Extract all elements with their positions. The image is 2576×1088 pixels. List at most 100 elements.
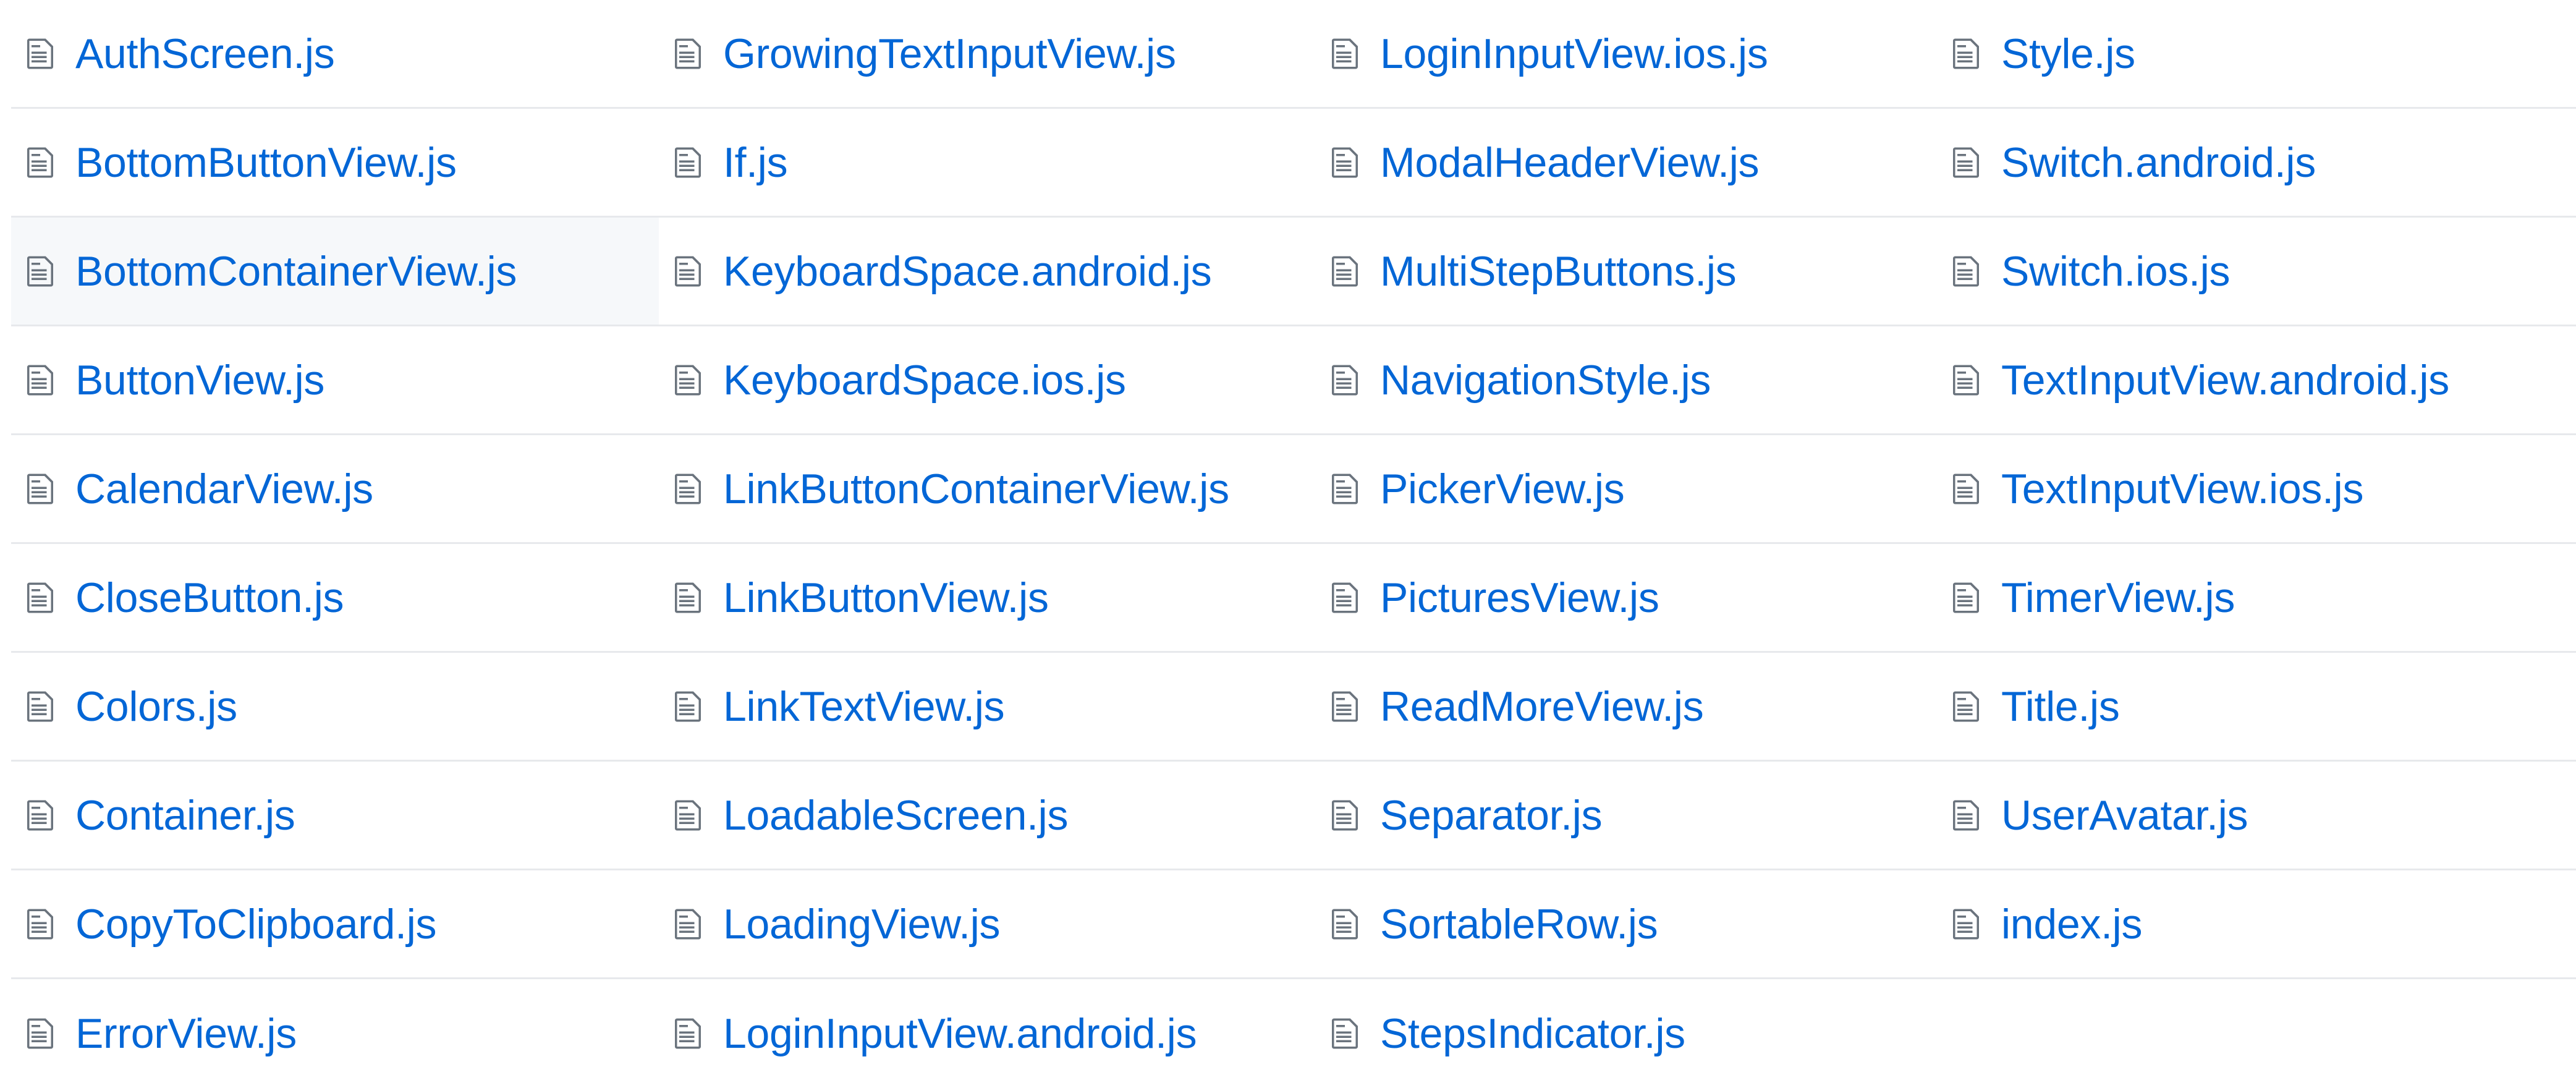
file-text-icon [1332,38,1358,69]
file-link[interactable]: Separator.js [1380,794,1603,836]
file-link[interactable]: LinkTextView.js [723,686,1005,728]
file-item-sortablerow-js[interactable]: SortableRow.js [1316,870,1937,979]
file-link[interactable]: BottomButtonView.js [75,142,457,184]
file-item-index-js[interactable]: index.js [1937,870,2576,979]
file-link[interactable]: CloseButton.js [75,577,344,619]
file-item-colors-js[interactable]: Colors.js [11,653,659,762]
file-text-icon [27,147,53,177]
file-item-pickerview-js[interactable]: PickerView.js [1316,435,1937,544]
file-link[interactable]: BottomContainerView.js [75,250,517,292]
file-link[interactable]: Switch.ios.js [2001,250,2231,292]
file-list: AuthScreen.js BottomButtonView.js BottomCo… [0,0,2576,1055]
file-text-icon [675,582,701,613]
file-link[interactable]: LinkButtonContainerView.js [723,468,1229,510]
file-link[interactable]: CopyToClipboard.js [75,903,437,945]
file-text-icon [1953,582,1979,613]
file-text-icon [1953,256,1979,286]
file-link[interactable]: LinkButtonView.js [723,577,1049,619]
file-item-authscreen-js[interactable]: AuthScreen.js [11,0,659,109]
file-link[interactable]: MultiStepButtons.js [1380,250,1737,292]
file-item-logininputview-android-js[interactable]: LoginInputView.android.js [659,979,1316,1088]
file-link[interactable]: If.js [723,142,788,184]
file-link[interactable]: Container.js [75,794,295,836]
file-item-keyboardspace-android-js[interactable]: KeyboardSpace.android.js [659,218,1316,326]
file-link[interactable]: LoginInputView.android.js [723,1013,1197,1055]
file-text-icon [1953,365,1979,395]
file-item-copytoclipboard-js[interactable]: CopyToClipboard.js [11,870,659,979]
file-item-timerview-js[interactable]: TimerView.js [1937,544,2576,653]
file-item-readmoreview-js[interactable]: ReadMoreView.js [1316,653,1937,762]
file-item-container-js[interactable]: Container.js [11,762,659,870]
file-item-picturesview-js[interactable]: PicturesView.js [1316,544,1937,653]
file-text-icon [675,365,701,395]
file-text-icon [1332,691,1358,721]
file-link[interactable]: LoadingView.js [723,903,1001,945]
file-text-icon [27,365,53,395]
file-link[interactable]: GrowingTextInputView.js [723,33,1176,75]
file-link[interactable]: LoadableScreen.js [723,794,1069,836]
file-link[interactable]: AuthScreen.js [75,33,335,75]
file-link[interactable]: UserAvatar.js [2001,794,2248,836]
file-link[interactable]: Switch.android.js [2001,142,2316,184]
file-item-multistepbuttons-js[interactable]: MultiStepButtons.js [1316,218,1937,326]
file-link[interactable]: index.js [2001,903,2142,945]
file-link[interactable]: TimerView.js [2001,577,2235,619]
file-item-textinputview-android-js[interactable]: TextInputView.android.js [1937,326,2576,435]
file-item-growingtextinputview-js[interactable]: GrowingTextInputView.js [659,0,1316,109]
file-text-icon [27,691,53,721]
file-text-icon [27,474,53,504]
file-link[interactable]: Style.js [2001,33,2135,75]
file-item-bottombuttonview-js[interactable]: BottomButtonView.js [11,109,659,218]
file-link[interactable]: ButtonView.js [75,359,324,401]
file-text-icon [1953,38,1979,69]
file-link[interactable]: CalendarView.js [75,468,373,510]
file-link[interactable]: SortableRow.js [1380,903,1658,945]
file-text-icon [1953,800,1979,830]
file-item-style-js[interactable]: Style.js [1937,0,2576,109]
file-link[interactable]: TextInputView.android.js [2001,359,2449,401]
file-item-buttonview-js[interactable]: ButtonView.js [11,326,659,435]
file-item-if-js[interactable]: If.js [659,109,1316,218]
file-link[interactable]: ReadMoreView.js [1380,686,1704,728]
file-link[interactable]: TextInputView.ios.js [2001,468,2363,510]
file-item-errorview-js[interactable]: ErrorView.js [11,979,659,1088]
file-item-title-js[interactable]: Title.js [1937,653,2576,762]
file-item-keyboardspace-ios-js[interactable]: KeyboardSpace.ios.js [659,326,1316,435]
file-item-useravatar-js[interactable]: UserAvatar.js [1937,762,2576,870]
file-item-stepsindicator-js[interactable]: StepsIndicator.js [1316,979,1937,1088]
file-text-icon [675,474,701,504]
file-link[interactable]: ModalHeaderView.js [1380,142,1760,184]
file-link[interactable]: ErrorView.js [75,1013,297,1055]
file-text-icon [27,909,53,939]
file-item-textinputview-ios-js[interactable]: TextInputView.ios.js [1937,435,2576,544]
file-text-icon [675,691,701,721]
file-item-closebutton-js[interactable]: CloseButton.js [11,544,659,653]
file-text-icon [1953,909,1979,939]
file-link[interactable]: PicturesView.js [1380,577,1659,619]
file-link[interactable]: LoginInputView.ios.js [1380,33,1768,75]
file-link[interactable]: PickerView.js [1380,468,1625,510]
file-text-icon [27,1018,53,1049]
file-link[interactable]: KeyboardSpace.android.js [723,250,1212,292]
file-text-icon [675,38,701,69]
file-link[interactable]: StepsIndicator.js [1380,1013,1685,1055]
file-item-logininputview-ios-js[interactable]: LoginInputView.ios.js [1316,0,1937,109]
file-link[interactable]: NavigationStyle.js [1380,359,1711,401]
file-item-loadingview-js[interactable]: LoadingView.js [659,870,1316,979]
file-item-modalheaderview-js[interactable]: ModalHeaderView.js [1316,109,1937,218]
file-text-icon [675,909,701,939]
file-item-linktextview-js[interactable]: LinkTextView.js [659,653,1316,762]
file-item-switch-android-js[interactable]: Switch.android.js [1937,109,2576,218]
file-item-bottomcontainerview-js[interactable]: BottomContainerView.js [11,218,659,326]
file-item-loadablescreen-js[interactable]: LoadableScreen.js [659,762,1316,870]
file-link[interactable]: KeyboardSpace.ios.js [723,359,1126,401]
file-item-navigationstyle-js[interactable]: NavigationStyle.js [1316,326,1937,435]
file-text-icon [27,256,53,286]
file-item-linkbuttonview-js[interactable]: LinkButtonView.js [659,544,1316,653]
file-link[interactable]: Title.js [2001,686,2120,728]
file-item-linkbuttoncontainerview-js[interactable]: LinkButtonContainerView.js [659,435,1316,544]
file-item-switch-ios-js[interactable]: Switch.ios.js [1937,218,2576,326]
file-item-calendarview-js[interactable]: CalendarView.js [11,435,659,544]
file-item-separator-js[interactable]: Separator.js [1316,762,1937,870]
file-link[interactable]: Colors.js [75,686,237,728]
